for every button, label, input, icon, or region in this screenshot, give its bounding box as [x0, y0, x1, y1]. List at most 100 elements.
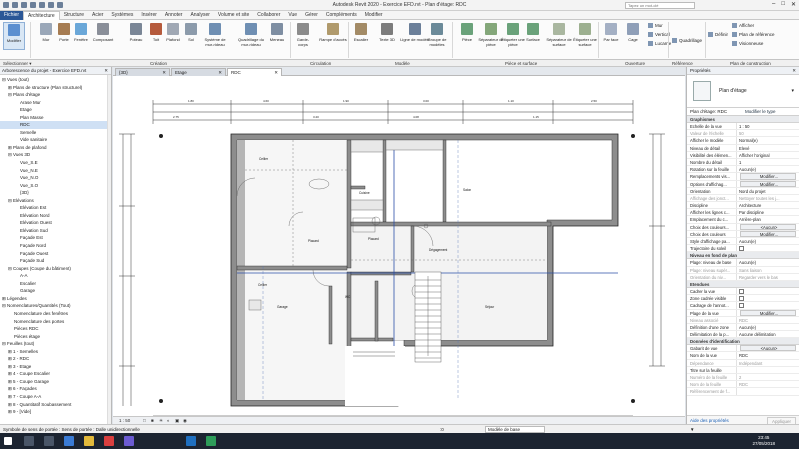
property-value[interactable]: [737, 388, 799, 394]
tree-item[interactable]: ⊞ Légendes: [0, 295, 111, 303]
property-row[interactable]: Affichage des jonct... Nettoyer toutes le…: [687, 194, 799, 203]
cursor-button[interactable]: Modifier: [3, 22, 25, 50]
property-value[interactable]: Nettoyer toutes les j...: [737, 195, 799, 201]
tree-item[interactable]: Semelle: [0, 129, 111, 137]
tab-analyser[interactable]: Analyser: [186, 11, 213, 20]
property-value[interactable]: Architecture: [737, 202, 799, 208]
tree-item[interactable]: Façade Nord: [0, 242, 111, 250]
property-value[interactable]: Arrière-plan: [737, 216, 799, 222]
property-row[interactable]: Afficher le modèle Normal(e): [687, 137, 799, 145]
property-row[interactable]: Référencement de f...: [687, 388, 799, 396]
dimension-text[interactable]: 4.60: [263, 99, 269, 103]
property-row[interactable]: Choix des couleurs Modifier...: [687, 230, 799, 238]
property-row[interactable]: Dépendance Indépendant: [687, 359, 799, 367]
tag-area-button[interactable]: Étiqueter une surface: [570, 22, 600, 50]
mullion-button[interactable]: Meneau: [266, 22, 288, 50]
tree-item[interactable]: Façade Ouest: [0, 250, 111, 258]
railing-button[interactable]: Garde-corps: [292, 22, 314, 50]
checkbox[interactable]: [739, 303, 744, 309]
property-row[interactable]: Gabarit de vue <Aucun>: [687, 345, 799, 353]
property-row[interactable]: Orientation Nord du projet: [687, 187, 799, 195]
dimension-text[interactable]: 3.00: [423, 99, 429, 103]
property-value[interactable]: Elevé: [737, 145, 799, 151]
property-row[interactable]: Nom de la vue RDC: [687, 352, 799, 360]
property-row[interactable]: Options d'affichag... Modifier...: [687, 180, 799, 188]
property-value[interactable]: [737, 288, 799, 294]
ribbon-small-visionneuse[interactable]: Visionneuse: [732, 41, 763, 46]
area-button[interactable]: Surface: [522, 22, 544, 50]
dimension-text[interactable]: 1.90: [343, 99, 349, 103]
model-group-button[interactable]: Groupe de modèles: [422, 22, 452, 50]
curtain-system-button[interactable]: Système de mur-rideau: [200, 22, 230, 50]
tree-item[interactable]: Vue_S.E: [0, 159, 111, 167]
tree-item[interactable]: ⊞ Plans de structure (Plan structurel): [0, 84, 111, 92]
property-row[interactable]: Niveau associé RDC: [687, 316, 799, 324]
tab-ins-rer[interactable]: Insérer: [137, 11, 161, 20]
dimension-text[interactable]: 1.10: [508, 99, 514, 103]
property-group-header[interactable]: Graphismes: [687, 116, 799, 123]
property-row[interactable]: Niveau de détail Elevé: [687, 144, 799, 152]
property-value[interactable]: [737, 245, 799, 252]
checkbox[interactable]: [739, 246, 744, 252]
task-view-icon[interactable]: [44, 436, 54, 446]
edit-type-button[interactable]: Modifier le type: [745, 109, 776, 114]
tree-item[interactable]: Façade Sud: [0, 257, 111, 265]
property-group-header[interactable]: Niveau en fond de plan: [687, 252, 799, 260]
view-tab-etage[interactable]: Etage ✕: [171, 68, 226, 76]
instance-name[interactable]: Plan d'étage: RDC: [690, 109, 727, 114]
property-row[interactable]: Afficher les lignes c... Par discipline: [687, 209, 799, 217]
tree-item[interactable]: ⊞ 6 - Façades: [0, 385, 111, 393]
instance-filter[interactable]: Plan d'étage: RDC Modifier le type: [687, 108, 799, 116]
app-icon[interactable]: [124, 436, 134, 446]
property-row[interactable]: Rotation sur la feuille Aucun(e): [687, 166, 799, 174]
tree-item[interactable]: Vue_N.E: [0, 167, 111, 175]
tree-item[interactable]: Vide sanitaire: [0, 136, 111, 144]
property-value[interactable]: 1 : 50: [737, 123, 799, 129]
tab-collaborer[interactable]: Collaborer: [253, 11, 284, 20]
property-button[interactable]: Modifier...: [740, 180, 796, 187]
close-icon[interactable]: ✕: [792, 68, 796, 74]
chevron-down-icon[interactable]: ▾: [791, 88, 794, 94]
property-row[interactable]: Trajectoire du soleil: [687, 245, 799, 253]
property-value[interactable]: Par discipline: [737, 209, 799, 215]
property-button[interactable]: Modifier...: [740, 309, 796, 316]
by-face-button[interactable]: Par face: [600, 22, 622, 50]
tab-vue[interactable]: Vue: [284, 11, 301, 20]
checkbox[interactable]: [739, 288, 744, 294]
tree-item[interactable]: ⊞ 7 - Coupe A-A: [0, 393, 111, 401]
property-row[interactable]: Emplacement du c... Arrière-plan: [687, 216, 799, 224]
tab-fichier[interactable]: Fichier: [0, 11, 24, 20]
room-label[interactable]: Placard: [308, 239, 319, 243]
property-value[interactable]: RDC: [737, 352, 799, 358]
dimension-text[interactable]: 1.80: [188, 99, 194, 103]
detail-level-icon[interactable]: □: [143, 418, 146, 423]
tree-item[interactable]: ⊞ Plans de plafond: [0, 144, 111, 152]
tree-item[interactable]: ⊟ Vues 3D: [0, 151, 111, 159]
property-value[interactable]: Regarder vers le bas: [737, 274, 799, 280]
property-value[interactable]: Aucun(e): [737, 324, 799, 330]
revit-icon[interactable]: [186, 436, 196, 446]
property-value[interactable]: Nord du projet: [737, 188, 799, 194]
property-value[interactable]: 1: [737, 159, 799, 165]
tree-item[interactable]: Arase Mur: [0, 99, 111, 107]
property-value[interactable]: Afficher l'original: [737, 152, 799, 158]
close-icon[interactable]: ✕: [791, 1, 796, 8]
tab-g-rer[interactable]: Gérer: [301, 11, 322, 20]
property-value[interactable]: RDC: [737, 381, 799, 387]
edge-icon[interactable]: [64, 436, 74, 446]
filter-icon[interactable]: ▼: [690, 427, 694, 432]
dimension-text[interactable]: 2.50: [591, 99, 597, 103]
tree-item[interactable]: Pièces étage: [0, 333, 111, 341]
tree-item[interactable]: Façade Est: [0, 234, 111, 242]
dimension-text[interactable]: 4.08: [413, 115, 419, 119]
maximize-icon[interactable]: □: [781, 1, 785, 8]
property-value[interactable]: [737, 302, 799, 309]
shaft-button[interactable]: Cage: [622, 22, 644, 50]
tree-item[interactable]: ⊞ 8 - Quantitatif Soubassement: [0, 401, 111, 409]
tree-item[interactable]: ⊞ 5 - Coupe Garage: [0, 378, 111, 386]
tree-item[interactable]: ⊟ Vues (tout): [0, 76, 111, 84]
tree-item[interactable]: ⊞ 1 - Semelles: [0, 348, 111, 356]
tree-item[interactable]: ⊟ Plans d'étage: [0, 91, 111, 99]
property-button[interactable]: <Aucun>: [740, 345, 796, 352]
property-value[interactable]: [737, 295, 799, 302]
